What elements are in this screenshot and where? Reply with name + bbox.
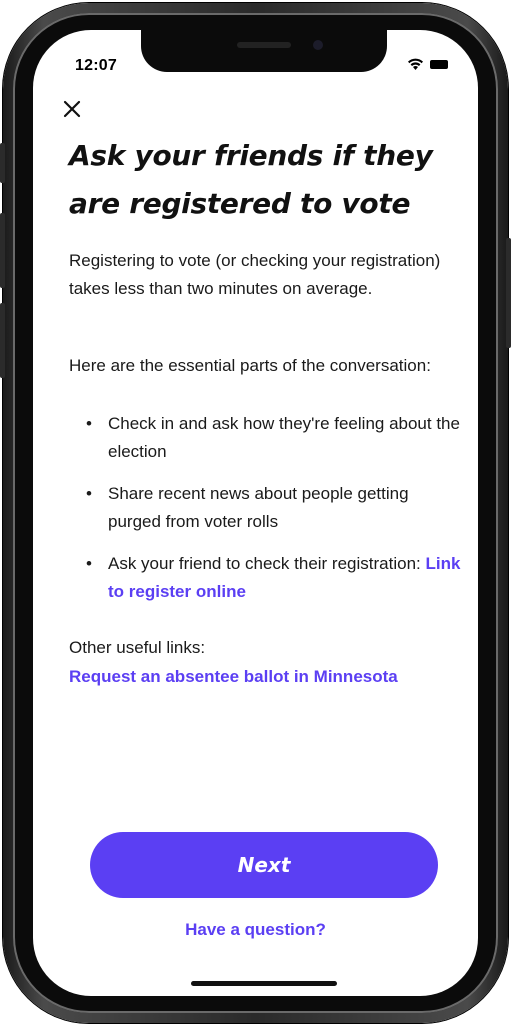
status-time: 12:07 (75, 57, 117, 74)
next-button[interactable]: Next (90, 832, 438, 898)
absentee-ballot-link[interactable]: Request an absentee ballot in Minnesota (69, 667, 398, 686)
notch (141, 30, 387, 72)
status-icons (407, 58, 448, 70)
have-a-question-link[interactable]: Have a question? (185, 920, 326, 939)
power-button (506, 238, 511, 348)
essential-parts-label: Here are the essential parts of the conv… (69, 356, 431, 375)
battery-icon (430, 59, 448, 69)
app-screen: 12:07 Ask your friends if they are regis… (33, 30, 478, 996)
bullet-icon: • (86, 414, 92, 433)
page-title: Ask your friends if they are registered … (69, 139, 433, 220)
home-indicator[interactable] (191, 981, 337, 986)
speaker-grille (237, 42, 291, 48)
volume-down-button (0, 303, 5, 378)
list-item-text: Check in and ask how they're feeling abo… (108, 414, 460, 461)
list-item: • Share recent news about people getting… (86, 480, 466, 536)
conversation-steps-list: • Check in and ask how they're feeling a… (86, 410, 466, 620)
other-links-label: Other useful links: (69, 638, 206, 657)
front-camera (313, 40, 323, 50)
intro-text: Registering to vote (or checking your re… (69, 251, 441, 298)
list-item: • Ask your friend to check their registr… (86, 550, 466, 606)
bullet-icon: • (86, 484, 92, 503)
bullet-icon: • (86, 554, 92, 573)
mute-switch (0, 143, 5, 183)
absentee-ballot-link-row: Request an absentee ballot in Minnesota (69, 663, 398, 691)
volume-up-button (0, 213, 5, 288)
list-item: • Check in and ask how they're feeling a… (86, 410, 466, 466)
list-item-text: Ask your friend to check their registrat… (108, 554, 426, 573)
close-icon[interactable] (61, 98, 83, 120)
list-item-text: Share recent news about people getting p… (108, 484, 409, 531)
question-link-row: Have a question? (33, 918, 478, 942)
wifi-icon (407, 58, 424, 70)
